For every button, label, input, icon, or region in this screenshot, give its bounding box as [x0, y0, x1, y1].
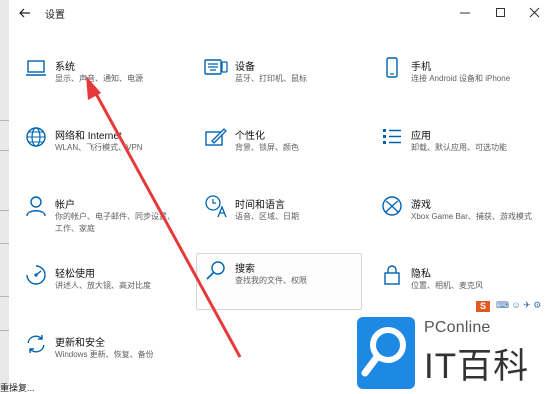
tile-name: 时间和语言	[235, 200, 285, 211]
tile-desc: 语音、区域、日期	[235, 212, 299, 221]
tile-desc: Xbox Game Bar、捕获、游戏模式	[411, 212, 532, 221]
tile-desc: 卸载、默认应用、可选功能	[411, 143, 507, 152]
keyboard-icon	[203, 55, 229, 81]
minimize-icon	[460, 12, 470, 14]
apps-list-icon	[379, 124, 405, 150]
tile-name: 搜索	[235, 264, 255, 275]
ease-of-access-icon	[23, 262, 49, 288]
tile-desc: 背景、锁屏、颜色	[235, 143, 299, 152]
globe-icon	[23, 124, 49, 150]
tile-gaming[interactable]: 游戏 Xbox Game Bar、捕获、游戏模式	[373, 190, 537, 246]
tile-search[interactable]: 搜索 查找我的文件、权限	[196, 253, 362, 310]
tile-name: 设备	[235, 62, 255, 73]
maximize-icon	[496, 8, 505, 17]
tile-personalization[interactable]: 个性化 背景、锁屏、颜色	[197, 121, 361, 177]
title-bar: 设置	[9, 0, 552, 26]
tile-name: 系统	[55, 62, 75, 73]
lock-icon	[379, 262, 405, 288]
back-button[interactable]	[15, 3, 35, 23]
phone-icon	[379, 55, 405, 81]
tile-update-security[interactable]: 更新和安全 Windows 更新、恢复、备份	[17, 328, 181, 384]
window-title: 设置	[45, 10, 65, 21]
search-icon	[203, 257, 229, 283]
tile-phone[interactable]: 手机 连接 Android 设备和 iPhone	[373, 52, 537, 108]
tile-desc: WLAN、飞行模式、VPN	[55, 143, 143, 152]
pconline-logo-icon	[357, 317, 415, 389]
tile-desc: 你的帐户、电子邮件、同步设置、工作、家庭	[55, 212, 175, 233]
laptop-icon	[23, 55, 49, 81]
tile-name: 轻松使用	[55, 269, 95, 280]
pconline-watermark: PConline IT百科	[348, 313, 552, 391]
background-window-text: 重操复...	[0, 383, 35, 393]
tile-name: 帐户	[55, 200, 75, 211]
watermark-title: IT百科	[424, 347, 530, 386]
close-button[interactable]	[525, 3, 545, 23]
tile-system[interactable]: 系统 显示、声音、通知、电源	[17, 52, 181, 108]
sync-icon	[23, 331, 49, 357]
close-icon	[529, 7, 540, 18]
tile-network[interactable]: 网络和 Internet WLAN、飞行模式、VPN	[17, 121, 181, 177]
xbox-icon	[379, 193, 405, 219]
tile-desc: 连接 Android 设备和 iPhone	[411, 74, 511, 83]
tile-time-language[interactable]: 时间和语言 语音、区域、日期	[197, 190, 361, 246]
tile-accounts[interactable]: 帐户 你的帐户、电子邮件、同步设置、工作、家庭	[17, 190, 181, 246]
system-tray: S ⌨ ☺ ✈ ⚙	[474, 300, 552, 313]
sogou-badge: S	[476, 301, 490, 312]
tile-name: 更新和安全	[55, 338, 105, 349]
tile-devices[interactable]: 设备 蓝牙、打印机、鼠标	[197, 52, 361, 108]
tile-desc: Windows 更新、恢复、备份	[55, 350, 154, 359]
tile-desc: 显示、声音、通知、电源	[55, 74, 143, 83]
minimize-button[interactable]	[455, 3, 475, 23]
maximize-button[interactable]	[491, 3, 511, 23]
watermark-brand: PConline	[424, 319, 491, 336]
tile-name: 网络和 Internet	[55, 131, 122, 142]
back-arrow-icon	[19, 8, 30, 18]
tile-desc: 蓝牙、打印机、鼠标	[235, 74, 307, 83]
tile-desc: 讲述人、放大镜、高对比度	[55, 281, 151, 290]
time-language-icon	[203, 193, 229, 219]
tile-ease-of-access[interactable]: 轻松使用 讲述人、放大镜、高对比度	[17, 259, 181, 315]
tile-apps[interactable]: 应用 卸载、默认应用、可选功能	[373, 121, 537, 177]
tile-desc: 查找我的文件、权限	[235, 276, 307, 285]
tile-name: 隐私	[411, 269, 431, 280]
tile-name: 应用	[411, 131, 431, 142]
tile-desc: 位置、相机、麦克风	[411, 281, 483, 290]
tray-icons: ⌨ ☺ ✈ ⚙	[496, 300, 542, 310]
tile-name: 游戏	[411, 200, 431, 211]
paint-brush-icon	[203, 124, 229, 150]
person-icon	[23, 193, 49, 219]
tile-name: 个性化	[235, 131, 265, 142]
tile-name: 手机	[411, 62, 431, 73]
